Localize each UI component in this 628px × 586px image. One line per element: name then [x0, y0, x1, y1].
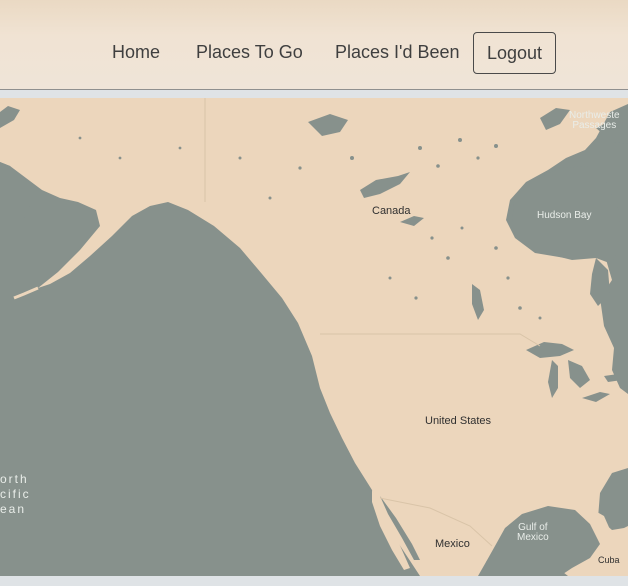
map-label-canada: Canada [372, 205, 411, 217]
nav-places-to-go-link[interactable]: Places To Go [196, 42, 303, 63]
map-label-northwest-line-2: Passages [572, 120, 617, 131]
logout-button[interactable]: Logout [473, 32, 556, 74]
map-label-pacific-line-2: cific [0, 487, 31, 501]
map-label-northwest-passages: Northweste Passages [569, 111, 620, 131]
map-label-gulf-line-2: Mexico [517, 532, 549, 543]
nav-home-link[interactable]: Home [112, 42, 160, 63]
aleutian-chain [13, 286, 39, 300]
map-canvas [0, 98, 628, 576]
bottom-strip [0, 576, 628, 586]
map-label-united-states: United States [425, 415, 492, 427]
map-label-mexico: Mexico [435, 538, 470, 550]
top-navbar: Home Places To Go Places I'd Been Logout [0, 0, 628, 90]
map-view[interactable]: Canada United States Mexico Cuba Hudson … [0, 98, 628, 576]
map-label-pacific-ocean: orth cific ean [0, 472, 31, 517]
map-label-pacific-line-3: ean [0, 502, 27, 516]
north-america-landmass [0, 98, 628, 576]
nav-places-been-link[interactable]: Places I'd Been [335, 42, 460, 63]
page: Home Places To Go Places I'd Been Logout [0, 0, 628, 586]
map-label-cuba: Cuba [598, 555, 620, 565]
map-label-pacific-line-1: orth [0, 472, 29, 486]
map-label-gulf-of-mexico: Gulf of Mexico [517, 523, 549, 543]
map-label-hudson-bay: Hudson Bay [537, 210, 592, 221]
